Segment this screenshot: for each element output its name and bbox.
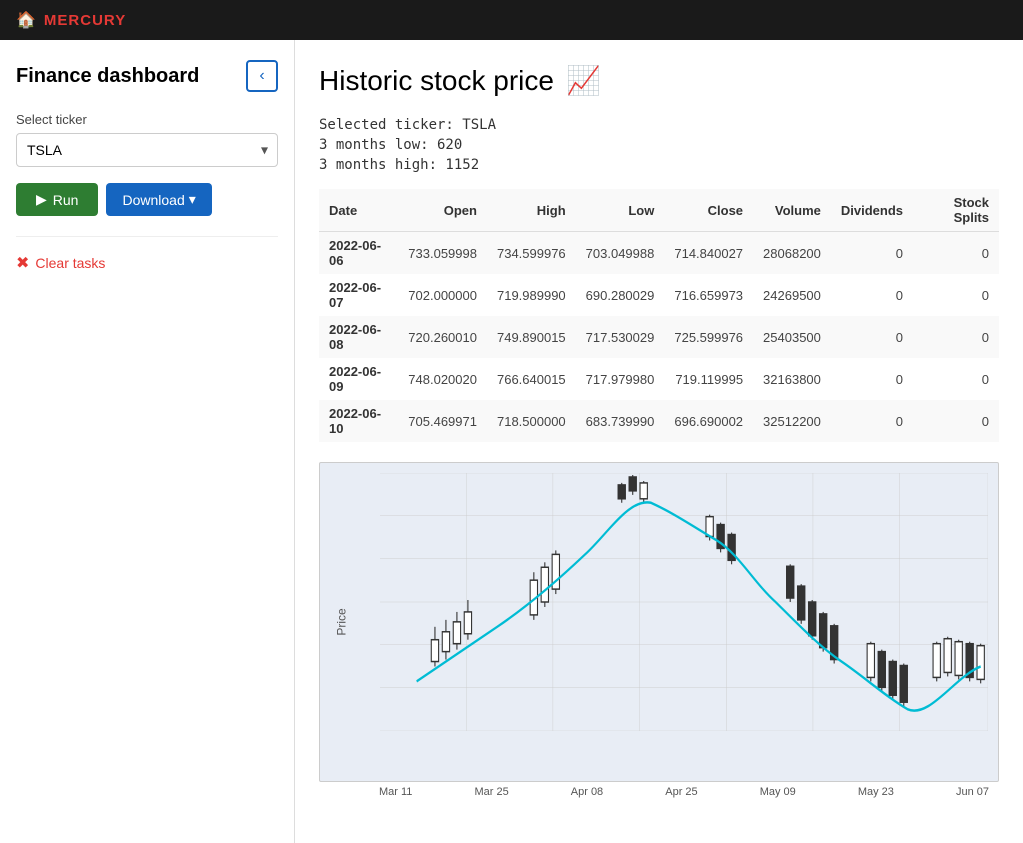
cell-value: 719.989990 <box>487 274 576 316</box>
download-label: Download <box>122 192 184 208</box>
cell-value: 702.000000 <box>398 274 487 316</box>
cell-value: 683.739990 <box>576 400 665 442</box>
cell-value: 0 <box>831 358 913 400</box>
table-row: 2022-06-06733.059998734.599976703.049988… <box>319 232 999 275</box>
cell-value: 0 <box>831 274 913 316</box>
cell-value: 725.599976 <box>664 316 753 358</box>
cell-value: 714.840027 <box>664 232 753 275</box>
x-tick-jun07: Jun 07 <box>956 786 989 798</box>
x-tick-may09: May 09 <box>760 786 796 798</box>
col-open: Open <box>398 189 487 232</box>
chart-svg: 600 700 800 900 1000 1100 <box>380 473 988 731</box>
cell-date: 2022-06-06 <box>319 232 398 275</box>
col-low: Low <box>576 189 665 232</box>
x-tick-mar11: Mar 11 <box>379 786 412 798</box>
cell-value: 0 <box>831 232 913 275</box>
home-icon[interactable]: 🏠 <box>16 10 36 30</box>
col-date: Date <box>319 189 398 232</box>
cell-value: 733.059998 <box>398 232 487 275</box>
cell-value: 32512200 <box>753 400 831 442</box>
x-tick-may23: May 23 <box>858 786 894 798</box>
sidebar: Finance dashboard ‹ Select ticker TSLA A… <box>0 40 295 843</box>
cell-value: 749.890015 <box>487 316 576 358</box>
table-row: 2022-06-08720.260010749.890015717.530029… <box>319 316 999 358</box>
cell-value: 717.530029 <box>576 316 665 358</box>
play-icon: ▶ <box>36 191 47 208</box>
action-buttons: ▶ Run Download ▾ <box>16 183 278 216</box>
cell-value: 32163800 <box>753 358 831 400</box>
chart-icon: 📈 <box>566 64 601 97</box>
x-tick-apr25: Apr 25 <box>665 786 697 798</box>
dropdown-arrow-icon: ▾ <box>189 191 196 208</box>
col-dividends: Dividends <box>831 189 913 232</box>
y-axis-label: Price <box>335 608 349 635</box>
stock-data-table: Date Open High Low Close Volume Dividend… <box>319 189 999 442</box>
cell-value: 0 <box>913 400 999 442</box>
table-header-row: Date Open High Low Close Volume Dividend… <box>319 189 999 232</box>
cell-date: 2022-06-10 <box>319 400 398 442</box>
top-navbar: 🏠 MERCURY <box>0 0 1023 40</box>
cell-value: 0 <box>913 358 999 400</box>
cell-value: 766.640015 <box>487 358 576 400</box>
cell-value: 0 <box>913 274 999 316</box>
x-tick-apr08: Apr 08 <box>571 786 603 798</box>
error-icon: ✖ <box>16 253 29 273</box>
page-title: Historic stock price <box>319 65 554 97</box>
cell-date: 2022-06-07 <box>319 274 398 316</box>
stock-chart: Price 600 700 <box>319 462 999 782</box>
collapse-button[interactable]: ‹ <box>246 60 278 92</box>
cell-value: 690.280029 <box>576 274 665 316</box>
run-label: Run <box>53 192 79 208</box>
table-row: 2022-06-07702.000000719.989990690.280029… <box>319 274 999 316</box>
cell-value: 0 <box>831 316 913 358</box>
ticker-select-wrapper: TSLA AAPL GOOGL MSFT AMZN ▾ <box>16 133 278 167</box>
sidebar-header: Finance dashboard ‹ <box>16 60 278 92</box>
cell-value: 716.659973 <box>664 274 753 316</box>
col-high: High <box>487 189 576 232</box>
run-button[interactable]: ▶ Run <box>16 183 98 216</box>
cell-value: 719.119995 <box>664 358 753 400</box>
cell-value: 705.469971 <box>398 400 487 442</box>
cell-value: 0 <box>913 232 999 275</box>
ticker-select[interactable]: TSLA AAPL GOOGL MSFT AMZN <box>16 133 278 167</box>
table-row: 2022-06-10705.469971718.500000683.739990… <box>319 400 999 442</box>
three-months-high-text: 3 months high: 1152 <box>319 157 999 173</box>
collapse-icon: ‹ <box>259 67 264 85</box>
main-content: Historic stock price 📈 Selected ticker: … <box>295 40 1023 843</box>
cell-value: 703.049988 <box>576 232 665 275</box>
cell-value: 0 <box>831 400 913 442</box>
x-tick-mar25: Mar 25 <box>474 786 508 798</box>
cell-date: 2022-06-09 <box>319 358 398 400</box>
ticker-label: Select ticker <box>16 112 278 127</box>
cell-value: 24269500 <box>753 274 831 316</box>
cell-value: 734.599976 <box>487 232 576 275</box>
three-months-low-text: 3 months low: 620 <box>319 137 999 153</box>
col-stock-splits: Stock Splits <box>913 189 999 232</box>
sidebar-divider <box>16 236 278 237</box>
clear-tasks-button[interactable]: ✖ Clear tasks <box>16 253 105 273</box>
page-title-row: Historic stock price 📈 <box>319 64 999 97</box>
cell-value: 717.979980 <box>576 358 665 400</box>
sidebar-title: Finance dashboard <box>16 65 199 88</box>
col-close: Close <box>664 189 753 232</box>
cell-value: 696.690002 <box>664 400 753 442</box>
brand: 🏠 MERCURY <box>16 10 126 30</box>
table-row: 2022-06-09748.020020766.640015717.979980… <box>319 358 999 400</box>
selected-ticker-text: Selected ticker: TSLA <box>319 117 999 133</box>
cell-value: 28068200 <box>753 232 831 275</box>
download-button[interactable]: Download ▾ <box>106 183 211 216</box>
cell-value: 718.500000 <box>487 400 576 442</box>
cell-value: 748.020020 <box>398 358 487 400</box>
cell-value: 0 <box>913 316 999 358</box>
brand-name: MERCURY <box>44 12 126 29</box>
cell-value: 720.260010 <box>398 316 487 358</box>
cell-value: 25403500 <box>753 316 831 358</box>
cell-date: 2022-06-08 <box>319 316 398 358</box>
col-volume: Volume <box>753 189 831 232</box>
clear-tasks-label: Clear tasks <box>35 255 105 271</box>
